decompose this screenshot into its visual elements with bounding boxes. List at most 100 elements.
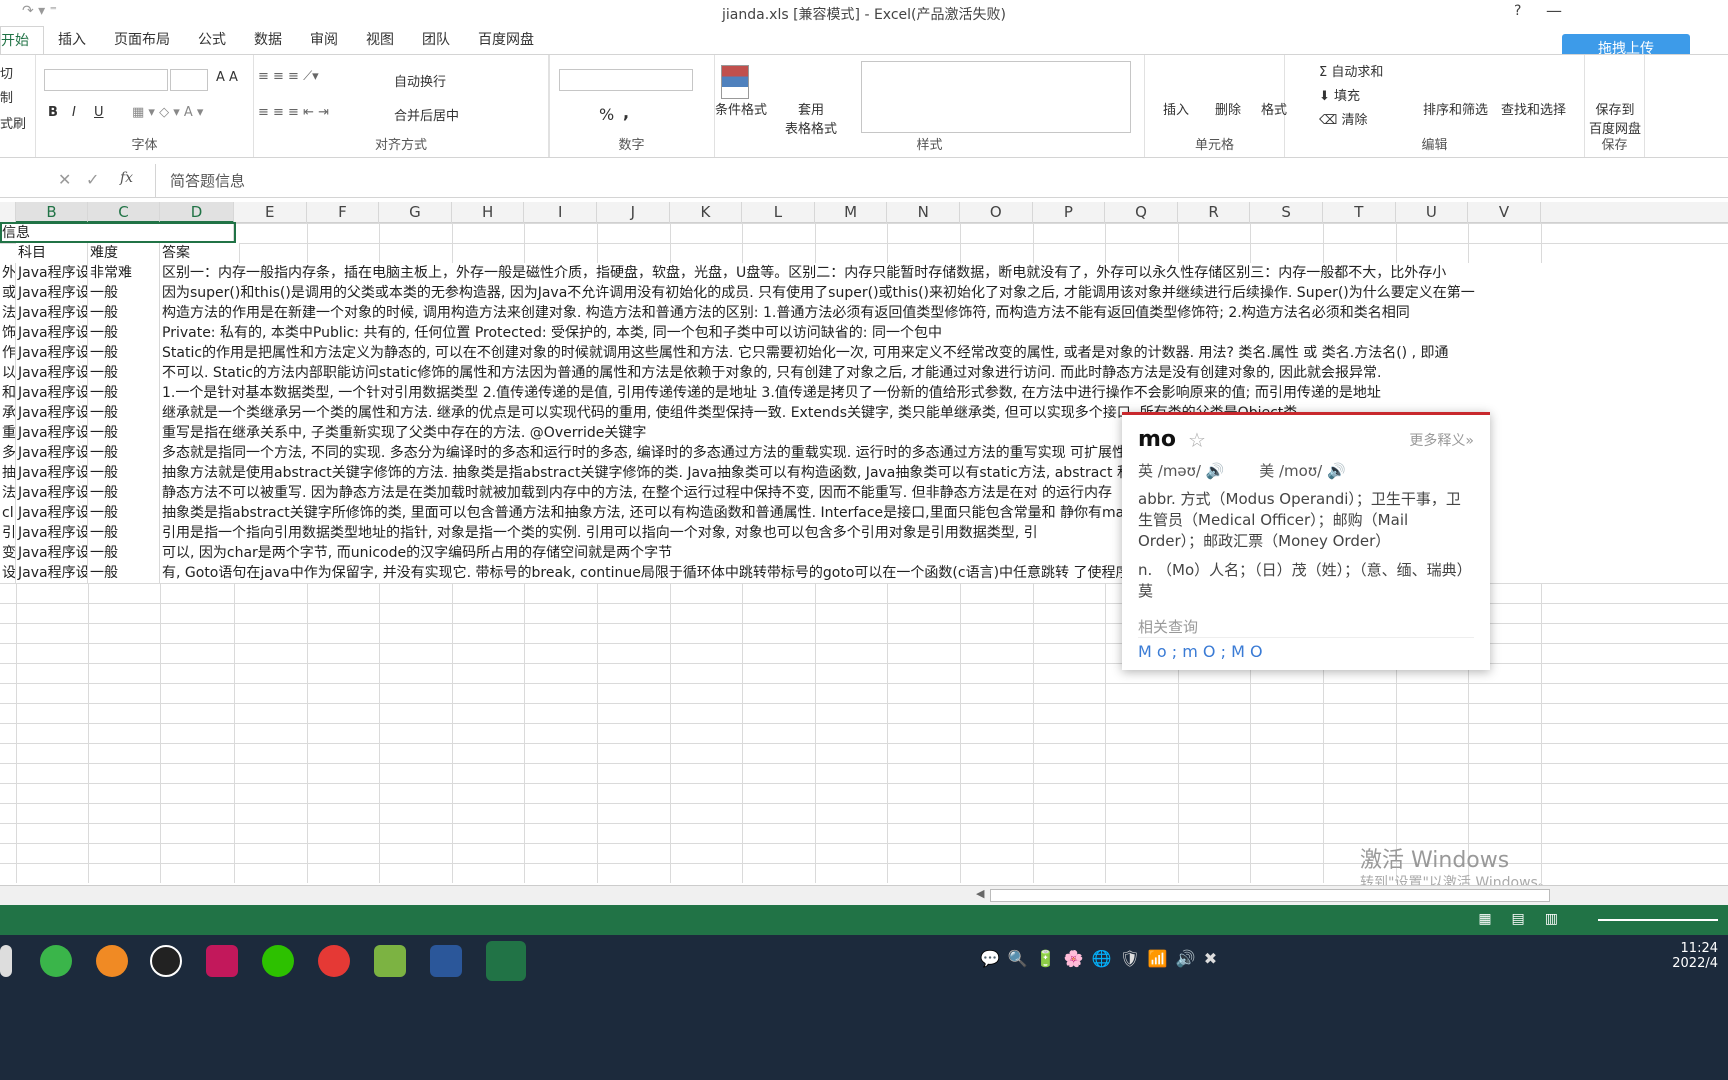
related-link[interactable]: m O xyxy=(1182,642,1215,661)
cell-difficulty[interactable]: 一般 xyxy=(88,383,160,404)
column-header-n[interactable]: N xyxy=(887,202,960,223)
cell-subject[interactable]: Java程序设 xyxy=(16,323,88,344)
cell-question[interactable]: 法可 xyxy=(0,483,16,504)
conditional-format-button[interactable]: 条件格式 xyxy=(715,99,767,118)
column-header-b[interactable]: B xyxy=(16,202,88,223)
column-header-q[interactable]: Q xyxy=(1105,202,1178,223)
column-header-a[interactable] xyxy=(0,202,16,223)
cell-subject[interactable]: Java程序设 xyxy=(16,503,88,524)
cell-answer[interactable]: 1.一个是针对基本数据类型, 一个针对引用数据类型 2.值传递传递的是值, 引用… xyxy=(160,383,1728,404)
clear-button[interactable]: ⌫ 清除 xyxy=(1319,109,1368,128)
sort-filter-button[interactable]: 排序和筛选 xyxy=(1423,99,1488,118)
scroll-left-icon[interactable]: ◀ xyxy=(976,887,984,900)
column-header-p[interactable]: P xyxy=(1033,202,1106,223)
fx-button[interactable]: fx xyxy=(120,170,133,186)
wrap-text-button[interactable]: 自动换行 xyxy=(394,71,446,90)
column-header-k[interactable]: K xyxy=(670,202,743,223)
tab-insert[interactable]: 插入 xyxy=(44,26,100,54)
cell-difficulty[interactable]: 一般 xyxy=(88,403,160,424)
cell-difficulty[interactable]: 一般 xyxy=(88,343,160,364)
font-size-select[interactable] xyxy=(170,69,208,91)
tab-view[interactable]: 视图 xyxy=(352,26,408,54)
cell-difficulty[interactable]: 一般 xyxy=(88,503,160,524)
tab-review[interactable]: 审阅 xyxy=(296,26,352,54)
cell-question[interactable]: 引用 xyxy=(0,523,16,544)
cell-subject[interactable]: Java程序设 xyxy=(16,443,88,464)
column-header-t[interactable]: T xyxy=(1323,202,1396,223)
tab-baidu[interactable]: 百度网盘 xyxy=(464,26,548,54)
cell-difficulty[interactable]: 一般 xyxy=(88,543,160,564)
cell-question[interactable]: 饰符 xyxy=(0,323,16,344)
cell-answer[interactable]: Private: 私有的, 本类中Public: 共有的, 任何位置 Prote… xyxy=(160,323,1728,344)
cell-subject[interactable]: Java程序设 xyxy=(16,483,88,504)
intellij-icon[interactable] xyxy=(206,945,238,977)
word-icon[interactable] xyxy=(430,945,462,977)
cell-answer[interactable]: 构造方法的作用是在新建一个对象的时候, 调用构造方法来创建对象. 构造方法和普通… xyxy=(160,303,1728,324)
column-header-i[interactable]: I xyxy=(524,202,597,223)
confirm-icon[interactable]: ✓ xyxy=(86,170,99,189)
cell-answer[interactable]: 抽象方法就是使用abstract关键字修饰的方法. 抽象类是指abstract关… xyxy=(160,463,1728,484)
cell-difficulty[interactable]: 非常难 xyxy=(88,263,160,284)
underline-button[interactable]: U xyxy=(94,105,104,120)
column-header-m[interactable]: M xyxy=(815,202,888,223)
cell-answer[interactable]: 因为super()和this()是调用的父类或本类的无参构造器, 因为Java不… xyxy=(160,283,1728,304)
autosum-button[interactable]: Σ 自动求和 xyxy=(1319,61,1383,80)
column-header-d[interactable]: D xyxy=(160,202,234,223)
cell-subject[interactable]: Java程序设 xyxy=(16,363,88,384)
percent-button[interactable]: % xyxy=(599,105,614,124)
copy-button[interactable]: 制 xyxy=(0,87,13,106)
cell-question[interactable]: 和引 xyxy=(0,383,16,404)
tab-data[interactable]: 数据 xyxy=(240,26,296,54)
speaker-icon[interactable]: 🔊 xyxy=(1327,462,1346,480)
number-format-select[interactable] xyxy=(559,69,693,91)
tab-home[interactable]: 开始 xyxy=(0,26,44,54)
font-name-select[interactable] xyxy=(44,69,168,91)
notepad-icon[interactable] xyxy=(374,945,406,977)
cell-difficulty[interactable]: 一般 xyxy=(88,423,160,444)
tab-page-layout[interactable]: 页面布局 xyxy=(100,26,184,54)
star-icon[interactable]: ☆ xyxy=(1188,428,1206,452)
excel-icon[interactable] xyxy=(486,941,526,981)
formula-input[interactable]: 简答题信息 xyxy=(155,164,1728,198)
cell-answer[interactable]: 不可以. Static的方法内部职能访问static修饰的属性和方法因为普通的属… xyxy=(160,363,1728,384)
cell-question[interactable]: 外存 xyxy=(0,263,16,284)
cell-answer[interactable]: 可以, 因为char是两个字节, 而unicode的汉字编码所占用的存储空间就是… xyxy=(160,543,1728,564)
more-definitions-link[interactable]: 更多释义» xyxy=(1409,430,1474,450)
tab-team[interactable]: 团队 xyxy=(408,26,464,54)
column-header-h[interactable]: H xyxy=(452,202,525,223)
qq-icon[interactable] xyxy=(150,945,182,977)
cell-subject[interactable]: Java程序设 xyxy=(16,563,88,584)
cell-subject[interactable]: Java程序设 xyxy=(16,383,88,404)
zoom-slider[interactable] xyxy=(1598,919,1718,921)
tab-formulas[interactable]: 公式 xyxy=(184,26,240,54)
align-top-icon[interactable]: ≡ ≡ ≡ ⟋▾ xyxy=(258,69,319,84)
cell-question[interactable]: 作用 xyxy=(0,343,16,364)
cut-button[interactable]: 切 xyxy=(0,63,13,82)
align-left-icon[interactable]: ≡ ≡ ≡ ⇤ ⇥ xyxy=(258,105,329,120)
column-header-c[interactable]: C xyxy=(88,202,160,223)
cell-question[interactable]: 重写 xyxy=(0,423,16,444)
cell-difficulty[interactable]: 一般 xyxy=(88,303,160,324)
font-grow-shrink-icon[interactable]: A A xyxy=(216,70,238,85)
column-header-u[interactable]: U xyxy=(1396,202,1469,223)
cell-answer[interactable]: 继承就是一个类继承另一个类的属性和方法. 继承的优点是可以实现代码的重用, 使组… xyxy=(160,403,1728,424)
cell-answer[interactable]: 静态方法不可以被重写. 因为静态方法是在类加载时就被加载到内存中的方法, 在整个… xyxy=(160,483,1728,504)
cell-difficulty[interactable]: 一般 xyxy=(88,283,160,304)
cell-subject[interactable]: Java程序设 xyxy=(16,263,88,284)
cell-question[interactable]: 设有 xyxy=(0,563,16,584)
view-buttons[interactable]: ▦▤▥ xyxy=(1478,911,1578,927)
column-header-v[interactable]: V xyxy=(1468,202,1541,223)
border-icon[interactable]: ▦ ▾ ◇ ▾ A ▾ xyxy=(132,105,203,120)
column-header-r[interactable]: R xyxy=(1178,202,1251,223)
cell-subject[interactable]: Java程序设 xyxy=(16,403,88,424)
column-header-f[interactable]: F xyxy=(307,202,380,223)
cell-question[interactable]: 法的 xyxy=(0,303,16,324)
search-icon[interactable] xyxy=(96,945,128,977)
save-baidu-button[interactable]: 保存到 百度网盘 xyxy=(1589,99,1641,137)
column-header-j[interactable]: J xyxy=(597,202,670,223)
cell-answer[interactable]: 有, Goto语句在java中作为保留字, 并没有实现它. 带标号的break,… xyxy=(160,563,1728,584)
insert-cells-button[interactable]: 插入 xyxy=(1163,99,1189,118)
cell-answer[interactable]: 多态就是指同一个方法, 不同的实现. 多态分为编译时的多态和运行时的多态, 编译… xyxy=(160,443,1728,464)
cell-subject[interactable]: Java程序设 xyxy=(16,303,88,324)
cell-answer[interactable]: 抽象类是指abstract关键字所修饰的类, 里面可以包含普通方法和抽象方法, … xyxy=(160,503,1728,524)
